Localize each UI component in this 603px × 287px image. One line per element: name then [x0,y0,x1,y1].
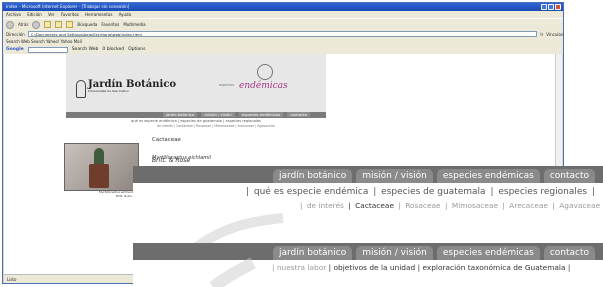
tab2-mision-vision[interactable]: misión / visión [356,246,433,260]
blocked-label[interactable]: 0 blocked [102,45,124,54]
stop-icon[interactable] [44,21,52,28]
links-label[interactable]: Vínculos [546,32,563,37]
cactus-photo[interactable] [64,143,139,191]
address-bar: Dirección C:\Documents and Settings\bela… [3,30,563,38]
link-de-interes[interactable]: de interés [307,201,344,210]
link-arecaceae[interactable]: Arecaceae [509,201,548,210]
pot-image [89,164,109,188]
options-button[interactable]: Options [128,45,145,54]
address-label: Dirección [6,31,25,37]
zoomed-navigation: jardín botánico misión / visión especies… [133,166,603,250]
window-title-bar: Index - Microsoft Internet Explorer - [T… [3,3,563,11]
small-link-regionales[interactable]: especies regionales [225,119,260,123]
minimize-button[interactable] [541,4,547,10]
forward-icon[interactable] [32,20,41,29]
subnav-2: | nuestra labor | objetivos de la unidad… [272,263,571,272]
tab2-contacto[interactable]: contacto [543,246,595,260]
small-nav: jardín botánico misión / visión especies… [66,112,326,118]
tab-contacto[interactable]: contacto [543,169,595,183]
small-fam-interes[interactable]: de interés [157,124,173,128]
link-mimosaceae[interactable]: Mimosaceae [452,201,498,210]
link-nuestra-labor[interactable]: nuestra labor [277,263,326,272]
tab-especies-endemicas[interactable]: especies endémicas [436,169,540,183]
links-bar[interactable]: Search Web Search Yahoo! Yahoo Mail [3,38,563,45]
search-label[interactable]: Búsqueda [77,22,97,27]
refresh-icon[interactable] [55,21,63,28]
cactus-icon [76,80,86,98]
small-tab-mision[interactable]: misión / visión [201,112,235,117]
google-search-input[interactable] [27,46,68,53]
especies-logo: especies endémicas [214,64,294,94]
logo-circle-icon [257,64,273,80]
go-button[interactable]: Ir [540,32,543,37]
family-links: | de interés | Cactaceae | Rosaceae | Mi… [300,201,601,210]
favorites-label[interactable]: Favoritos [101,22,119,27]
small-link-que-es[interactable]: qué es especie endémica [131,119,177,123]
small-fam-rosaceae[interactable]: Rosaceae [196,124,211,128]
menu-ver[interactable]: Ver [48,12,55,17]
tab-jardin-botanico[interactable]: jardín botánico [272,169,353,183]
menu-herramientas[interactable]: Herramientas [85,12,112,17]
menu-ayuda[interactable]: Ayuda [119,12,131,17]
photo-caption: Myrtillocactus eichlamii Britt. & Ro... [99,190,135,198]
main-nav-2: jardín botánico misión / visión especies… [133,243,603,260]
address-input[interactable]: C:\Documents and Settings\bela\Escritori… [27,31,538,37]
menu-bar: Archivo Edición Ver Favoritos Herramient… [3,11,563,18]
link-especies-regionales[interactable]: especies regionales [498,187,587,197]
small-fam-cactaceae[interactable]: Cactaceae [176,124,193,128]
window-title: Index - Microsoft Internet Explorer - [T… [6,4,130,9]
subnav: | qué es especie endémica | especies de … [245,187,595,197]
back-icon[interactable] [6,20,14,29]
small-families: de interés | Cactaceae | Rosaceae | Mimo… [157,124,275,128]
menu-archivo[interactable]: Archivo [6,12,21,17]
link-cactaceae[interactable]: Cactaceae [355,201,394,210]
link-agavaceae[interactable]: Agavaceae [559,201,600,210]
especies-small: especies [219,83,235,87]
link-rosaceae[interactable]: Rosaceae [405,201,440,210]
small-tab-jardin[interactable]: jardín botánico [162,112,198,117]
link-que-es-especie-endemica[interactable]: qué es especie endémica [254,187,368,197]
jardin-logo[interactable]: Jardín Botánico Universidad de San Carlo… [88,80,176,94]
search-web-button[interactable]: Search Web [72,45,99,54]
section-heading: Cactaceae [152,137,181,143]
small-subnav: qué es especie endémica | especies de gu… [131,119,261,123]
link-exploracion[interactable]: exploración taxonómica de Guatemala [422,263,565,272]
close-button[interactable] [555,4,561,10]
main-nav: jardín botánico misión / visión especies… [133,166,603,183]
menu-favoritos[interactable]: Favoritos [61,12,79,17]
tab2-jardin-botanico[interactable]: jardín botánico [272,246,353,260]
small-fam-arecaceae[interactable]: Arecaceae [237,124,254,128]
link-objetivos[interactable]: objetivos de la unidad [334,263,416,272]
small-link-guatemala[interactable]: especies de guatemala [180,119,222,123]
endemicas-title: endémicas [239,81,288,91]
tab2-especies-endemicas[interactable]: especies endémicas [436,246,540,260]
site-header: Jardín Botánico Universidad de San Carlo… [66,54,326,112]
maximize-button[interactable] [548,4,554,10]
home-icon[interactable] [66,21,74,28]
small-fam-agavaceae[interactable]: Agavaceae [257,124,275,128]
multimedia-label[interactable]: Multimedia [123,22,145,27]
google-toolbar: Google Search Web 0 blocked Options [3,45,563,54]
link-especies-de-guatemala[interactable]: especies de guatemala [381,187,485,197]
species-author: Britt. & Rose [152,157,191,164]
google-logo: Google [6,47,24,52]
small-tab-especies[interactable]: especies endémicas [238,112,284,117]
tab-mision-vision[interactable]: misión / visión [356,169,433,183]
toolbar: Atrás Búsqueda Favoritos Multimedia [3,18,563,30]
menu-edicion[interactable]: Edición [27,12,41,17]
zoomed-navigation-2: jardín botánico misión / visión especies… [133,243,603,287]
small-tab-contacto[interactable]: contacto [287,112,310,117]
back-label[interactable]: Atrás [18,22,28,27]
small-fam-mimosaceae[interactable]: Mimosaceae [214,124,234,128]
